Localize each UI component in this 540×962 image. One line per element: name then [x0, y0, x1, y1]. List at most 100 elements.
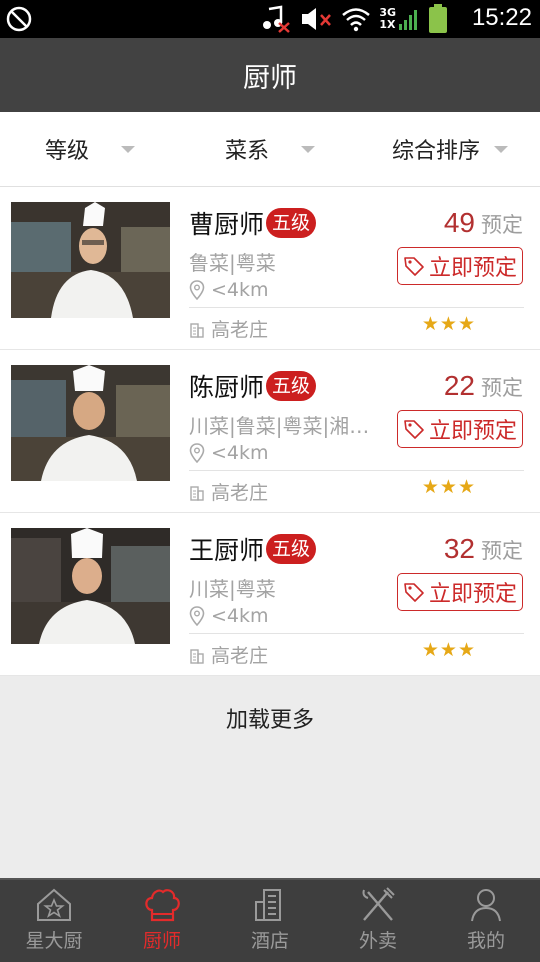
tab-label: 星大厨 [25, 930, 83, 952]
chef-hat-icon [145, 889, 180, 922]
booking-count-label: 预定 [481, 539, 523, 563]
chef-name-row: 王厨师 五级 [189, 531, 317, 567]
filter-cuisine-dropdown[interactable]: 菜系 [180, 112, 360, 186]
status-icons: 3G 1X [261, 4, 448, 34]
filter-label: 菜系 [224, 139, 269, 164]
chef-distance-row: <4km [189, 279, 269, 301]
divider [189, 633, 524, 634]
divider [189, 470, 524, 471]
volume-muted-icon [302, 8, 332, 30]
chef-card[interactable]: 王厨师 五级 川菜|粤菜 <4km 高老庄 32 预定 立即预定 ★★★ [0, 513, 540, 676]
chef-area-row: 高老庄 [189, 478, 268, 505]
tab-mine[interactable]: 我的 [432, 880, 540, 962]
chef-name: 陈厨师 [189, 373, 265, 402]
signal-icon [399, 10, 417, 30]
page-title: 厨师 [243, 62, 297, 94]
book-now-label: 立即预定 [428, 419, 517, 444]
chef-photo [11, 202, 170, 318]
chef-area: 高老庄 [211, 319, 269, 341]
chef-area: 高老庄 [211, 645, 269, 667]
no-sign-icon [6, 6, 32, 32]
booking-count-value: 49 [443, 207, 475, 238]
tag-icon [404, 420, 424, 439]
rating-stars: ★★★ [421, 313, 476, 335]
building-icon [255, 889, 281, 921]
chef-list: 曹厨师 五级 鲁菜|粤菜 <4km 高老庄 49 预定 立即预定 ★★★ 陈厨师… [0, 187, 540, 676]
tab-label: 我的 [466, 930, 505, 952]
location-pin-icon [189, 606, 205, 626]
load-more-button[interactable]: 加载更多 [0, 702, 540, 734]
booking-count: 32 预定 [444, 533, 523, 565]
tab-hotel[interactable]: 酒店 [216, 880, 324, 962]
book-now-button[interactable]: 立即预定 [397, 410, 523, 448]
tab-takeout[interactable]: 外卖 [324, 880, 432, 962]
chef-name: 曹厨师 [189, 210, 265, 239]
filter-label: 等级 [44, 139, 89, 164]
house-star-icon [37, 888, 71, 921]
tab-label: 厨师 [142, 930, 181, 952]
booking-count-value: 22 [443, 370, 475, 401]
filter-label: 综合排序 [391, 139, 480, 164]
booking-count: 22 预定 [444, 370, 523, 402]
tab-star-chef[interactable]: 星大厨 [0, 880, 108, 962]
level-badge: 五级 [266, 208, 317, 238]
location-pin-icon [189, 443, 205, 463]
app-header: 厨师 [0, 38, 540, 112]
booking-count-value: 32 [443, 533, 475, 564]
tab-label: 外卖 [358, 930, 397, 952]
chevron-down-icon [494, 145, 508, 153]
filter-level-dropdown[interactable]: 等级 [0, 112, 180, 186]
booking-count: 49 预定 [444, 207, 523, 239]
chef-cuisine: 川菜|鲁菜|粤菜|湘菜… [189, 414, 389, 438]
battery-icon [429, 4, 447, 33]
booking-count-label: 预定 [481, 213, 523, 237]
chef-photo [11, 528, 170, 644]
chef-distance: <4km [211, 605, 269, 627]
bottom-tab-bar: 星大厨 厨师 酒店 外卖 我的 [0, 878, 540, 962]
building-icon [190, 648, 204, 664]
chef-distance-row: <4km [189, 442, 269, 464]
clock: 15:22 [471, 4, 532, 31]
level-badge: 五级 [266, 371, 317, 401]
tab-chef[interactable]: 厨师 [108, 880, 216, 962]
chef-cuisine: 鲁菜|粤菜 [189, 251, 276, 275]
chef-name-row: 曹厨师 五级 [189, 205, 317, 241]
filter-bar: 等级 菜系 综合排序 [0, 112, 540, 187]
filter-sort-dropdown[interactable]: 综合排序 [360, 112, 540, 186]
location-pin-icon [189, 280, 205, 300]
book-now-label: 立即预定 [428, 582, 517, 607]
status-bar: 3G 1X 15:22 [0, 0, 540, 38]
building-icon [190, 485, 204, 501]
chef-area-row: 高老庄 [189, 315, 268, 342]
rating-stars: ★★★ [421, 476, 476, 498]
chef-card[interactable]: 陈厨师 五级 川菜|鲁菜|粤菜|湘菜… <4km 高老庄 22 预定 立即预定 … [0, 350, 540, 513]
network-indicator: 3G 1X [379, 6, 420, 32]
chef-cuisine: 川菜|粤菜 [189, 577, 276, 601]
tag-icon [404, 583, 424, 602]
chevron-down-icon [121, 145, 135, 153]
chef-area: 高老庄 [211, 482, 269, 504]
chef-distance: <4km [211, 442, 269, 464]
chef-distance-row: <4km [189, 605, 269, 627]
level-badge: 五级 [266, 534, 317, 564]
building-icon [190, 322, 204, 338]
chef-name: 王厨师 [189, 536, 265, 565]
divider [189, 307, 524, 308]
network-sub-label: 1X [379, 18, 396, 31]
chef-card[interactable]: 曹厨师 五级 鲁菜|粤菜 <4km 高老庄 49 预定 立即预定 ★★★ [0, 187, 540, 350]
chef-area-row: 高老庄 [189, 641, 268, 668]
person-icon [471, 889, 501, 922]
book-now-label: 立即预定 [428, 256, 517, 281]
tab-label: 酒店 [250, 930, 289, 952]
rating-stars: ★★★ [421, 639, 476, 661]
booking-count-label: 预定 [481, 376, 523, 400]
chef-photo [11, 365, 170, 481]
book-now-button[interactable]: 立即预定 [397, 247, 523, 285]
tag-icon [404, 257, 424, 276]
book-now-button[interactable]: 立即预定 [397, 573, 523, 611]
chef-distance: <4km [211, 279, 269, 301]
chevron-down-icon [301, 145, 315, 153]
chef-name-row: 陈厨师 五级 [189, 368, 317, 404]
fork-knife-icon [362, 887, 395, 921]
music-muted-icon [263, 5, 291, 33]
